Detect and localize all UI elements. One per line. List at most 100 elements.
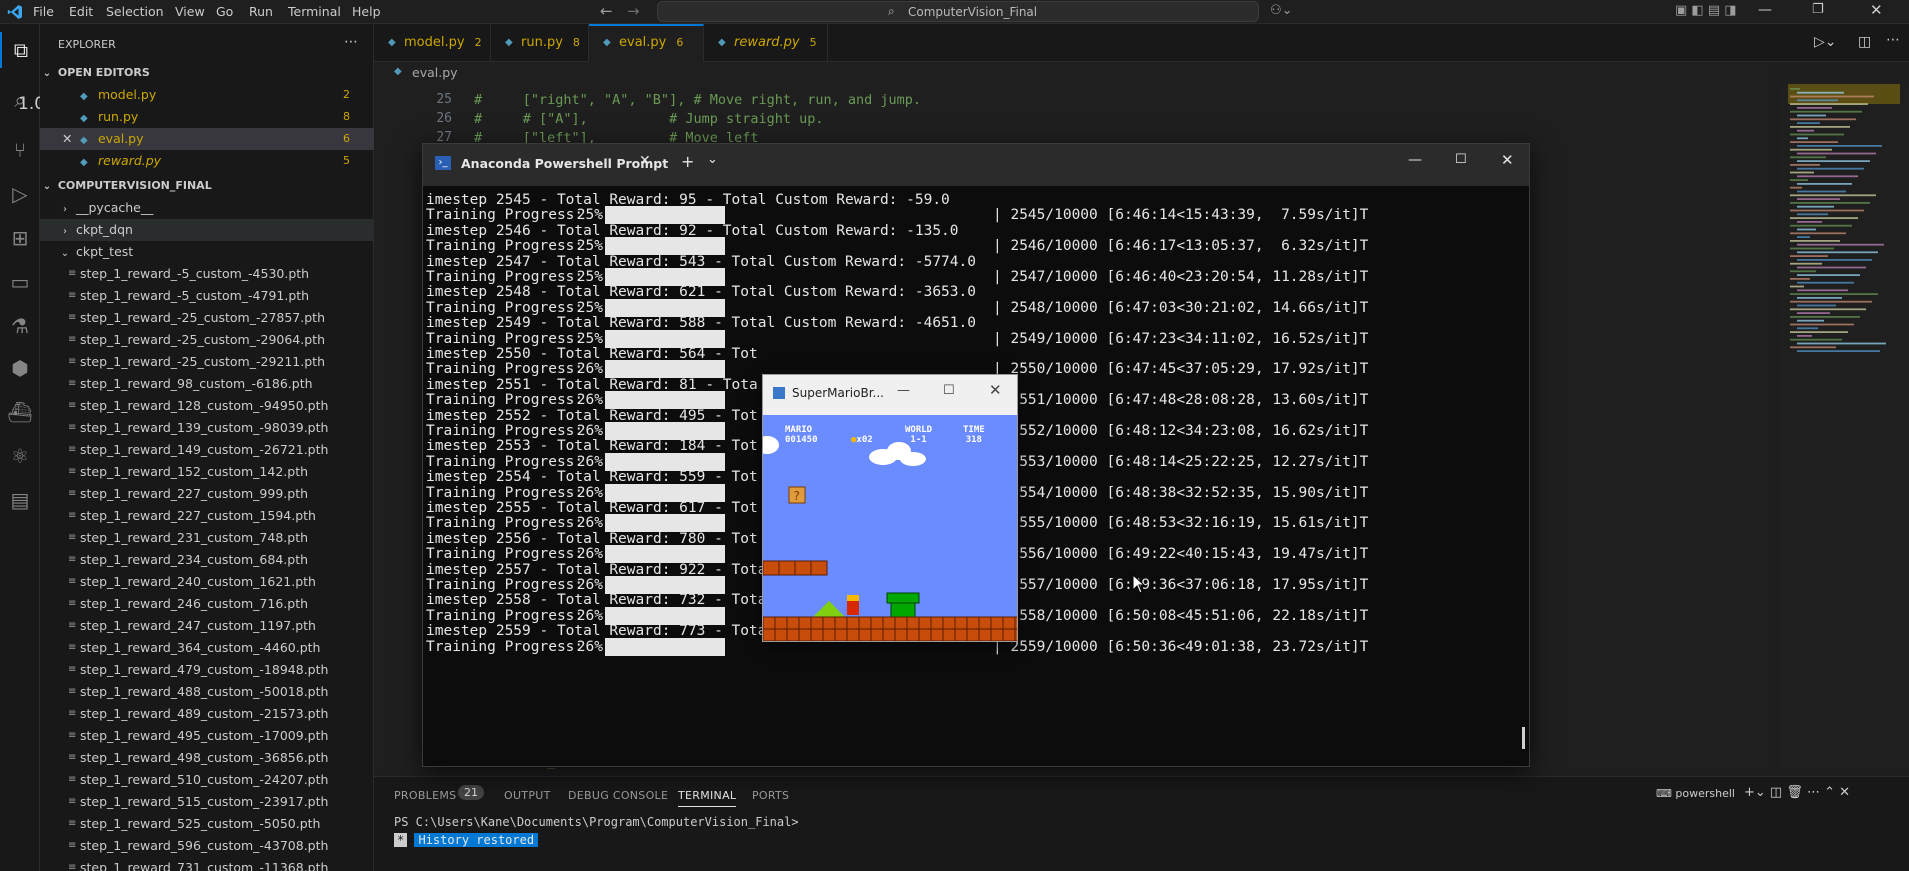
tab-model[interactable]: ◆ model.py 2 — [374, 24, 491, 62]
ground-brick — [870, 616, 884, 630]
file-item[interactable]: ≡ step_1_reward_240_custom_1621.pth — [40, 571, 374, 593]
maximize-icon[interactable]: ☐ — [943, 383, 955, 398]
scrollbar-thumb[interactable] — [1522, 727, 1525, 749]
tab-terminal[interactable]: TERMINAL — [678, 789, 737, 807]
menu-selection[interactable]: Selection — [106, 4, 164, 19]
file-item[interactable]: ≡ step_1_reward_731_custom_-11368.pth — [40, 857, 374, 871]
run-file-icon[interactable]: ▷⌄ — [1814, 34, 1837, 50]
file-item[interactable]: ≡ step_1_reward_-25_custom_-29211.pth — [40, 351, 374, 373]
file-item[interactable]: ≡ step_1_reward_152_custom_142.pth — [40, 461, 374, 483]
tab-reward[interactable]: ◆ reward.py 5 — [704, 24, 828, 62]
minimap-line — [1790, 126, 1850, 128]
minimap-line — [1790, 194, 1876, 197]
file-item[interactable]: ≡ step_1_reward_247_custom_1197.pth — [40, 615, 374, 637]
file-item[interactable]: ≡ step_1_reward_525_custom_-5050.pth — [40, 813, 374, 835]
tab-dropdown-icon[interactable]: ⌄ — [707, 152, 718, 167]
open-editor-model[interactable]: ◆ model.py 2 — [40, 84, 374, 106]
folder-ckpt-test[interactable]: ⌄ ckpt_test — [40, 241, 374, 263]
open-editor-eval[interactable]: ✕ ◆ eval.py 6 — [40, 128, 374, 150]
menu-edit[interactable]: Edit — [69, 4, 93, 19]
extensions-icon[interactable]: ⊞ — [0, 220, 40, 256]
tab-debug-console[interactable]: DEBUG CONSOLE — [568, 789, 668, 802]
restore-window-icon[interactable]: ❐ — [1812, 2, 1824, 17]
menu-terminal[interactable]: Terminal — [288, 4, 341, 19]
tab-run[interactable]: ◆ run.py 8 — [491, 24, 589, 62]
open-editors-header[interactable]: ⌄ OPEN EDITORS — [40, 62, 374, 84]
progress-percent: 26% — [576, 515, 603, 532]
tab-output[interactable]: OUTPUT — [504, 789, 551, 802]
progress-label: Training Progress: — [426, 330, 584, 347]
open-editor-run[interactable]: ◆ run.py 8 — [40, 106, 374, 128]
file-item[interactable]: ≡ step_1_reward_227_custom_999.pth — [40, 483, 374, 505]
remote-explorer-icon[interactable]: ▭ — [0, 264, 40, 300]
file-item[interactable]: ≡ step_1_reward_149_custom_-26721.pth — [40, 439, 374, 461]
tab-ports[interactable]: PORTS — [752, 789, 789, 802]
file-item[interactable]: ≡ step_1_reward_488_custom_-50018.pth — [40, 681, 374, 703]
close-editor-icon[interactable]: ✕ — [62, 128, 72, 150]
layout-controls-icon[interactable]: ▣ ◧ ▤ ◨ — [1675, 3, 1737, 18]
file-item[interactable]: ≡ step_1_reward_139_custom_-98039.pth — [40, 417, 374, 439]
file-item[interactable]: ≡ step_1_reward_515_custom_-23917.pth — [40, 791, 374, 813]
file-item[interactable]: ≡ step_1_reward_-25_custom_-27857.pth — [40, 307, 374, 329]
open-editor-reward[interactable]: ◆ reward.py 5 — [40, 150, 374, 172]
docker-icon[interactable]: ⛴ — [0, 394, 40, 430]
source-control-icon[interactable]: ⑂ — [0, 132, 40, 168]
minimap-line — [1790, 285, 1804, 288]
powershell-title-bar[interactable]: ›_ Anaconda Powershell Prompt ✕ + ⌄ — ☐ … — [423, 144, 1529, 186]
file-item[interactable]: ≡ step_1_reward_98_custom_-6186.pth — [40, 373, 374, 395]
menu-run[interactable]: Run — [249, 4, 273, 19]
menu-go[interactable]: Go — [216, 4, 233, 19]
menu-file[interactable]: File — [33, 4, 54, 19]
tab-eval[interactable]: ◆ eval.py6 ✕ — [589, 24, 704, 84]
file-item[interactable]: ≡ step_1_reward_-25_custom_-29064.pth — [40, 329, 374, 351]
file-item[interactable]: ≡ step_1_reward_128_custom_-94950.pth — [40, 395, 374, 417]
tab-problems[interactable]: PROBLEMS — [394, 789, 456, 802]
close-tab-icon[interactable]: ✕ — [639, 153, 651, 169]
minimize-window-icon[interactable]: — — [1758, 2, 1772, 18]
file-item[interactable]: ≡ step_1_reward_-5_custom_-4791.pth — [40, 285, 374, 307]
forward-arrow-icon[interactable]: → — [627, 2, 640, 20]
menu-view[interactable]: View — [175, 4, 205, 19]
more-actions-icon[interactable]: ⋯ — [1886, 32, 1900, 48]
run-debug-icon[interactable]: ▷ — [0, 176, 40, 212]
minimap[interactable] — [1780, 84, 1909, 774]
folder-pycache[interactable]: › __pycache__ — [40, 197, 374, 219]
minimize-icon[interactable]: — — [1408, 152, 1422, 168]
copilot-icon[interactable]: ⚇⌄ — [1270, 3, 1293, 18]
mario-game-window[interactable]: SuperMarioBr... — ☐ ✕ MARIO 001450 ●x02 … — [762, 374, 1018, 642]
close-window-icon[interactable]: ✕ — [1501, 151, 1514, 169]
close-window-icon[interactable]: ✕ — [1870, 1, 1883, 19]
file-item[interactable]: ≡ step_1_reward_-5_custom_-4530.pth — [40, 263, 374, 285]
file-item[interactable]: ≡ step_1_reward_596_custom_-43708.pth — [40, 835, 374, 857]
explorer-icon[interactable]: ⧉ — [0, 32, 40, 68]
maximize-icon[interactable]: ☐ — [1455, 152, 1467, 167]
minimize-icon[interactable]: — — [897, 383, 910, 398]
project-header[interactable]: ⌄ COMPUTERVISION_FINAL — [40, 175, 374, 197]
file-item[interactable]: ≡ step_1_reward_364_custom_-4460.pth — [40, 637, 374, 659]
file-item[interactable]: ≡ step_1_reward_495_custom_-17009.pth — [40, 725, 374, 747]
folder-ckpt-dqn[interactable]: › ckpt_dqn — [40, 219, 374, 241]
file-item[interactable]: ≡ step_1_reward_510_custom_-24207.pth — [40, 769, 374, 791]
powershell-tab-title[interactable]: Anaconda Powershell Prompt — [461, 156, 668, 171]
file-item[interactable]: ≡ step_1_reward_231_custom_748.pth — [40, 527, 374, 549]
testing-icon[interactable]: ⚗ — [0, 308, 40, 344]
menu-help[interactable]: Help — [352, 4, 381, 19]
jupyter-icon[interactable]: ▤ — [0, 482, 40, 518]
split-editor-icon[interactable]: ◫ — [1858, 34, 1871, 50]
new-tab-icon[interactable]: + — [681, 152, 694, 171]
more-actions-icon[interactable]: ⋯ — [344, 34, 358, 50]
breadcrumb-file[interactable]: eval.py — [412, 65, 458, 80]
file-item[interactable]: ≡ step_1_reward_227_custom_1594.pth — [40, 505, 374, 527]
back-arrow-icon[interactable]: ← — [600, 2, 613, 20]
file-item[interactable]: ≡ step_1_reward_234_custom_684.pth — [40, 549, 374, 571]
command-center-search[interactable]: ⌕ ComputerVision_Final — [657, 1, 1259, 22]
file-item[interactable]: ≡ step_1_reward_246_custom_716.pth — [40, 593, 374, 615]
python-icon[interactable]: ⬢ — [0, 350, 40, 386]
close-window-icon[interactable]: ✕ — [989, 381, 1002, 399]
file-item[interactable]: ≡ step_1_reward_479_custom_-18948.pth — [40, 659, 374, 681]
file-item[interactable]: ≡ step_1_reward_498_custom_-36856.pth — [40, 747, 374, 769]
file-item[interactable]: ≡ step_1_reward_489_custom_-21573.pth — [40, 703, 374, 725]
terminal-shell-selector[interactable]: ⌨ powershell — [1656, 787, 1735, 800]
copilot-chat-icon[interactable]: ⚛ — [0, 438, 40, 474]
terminal-actions-icon[interactable]: +⌄ ◫ 🗑 ⋯ ⌃ ✕ — [1744, 785, 1850, 800]
